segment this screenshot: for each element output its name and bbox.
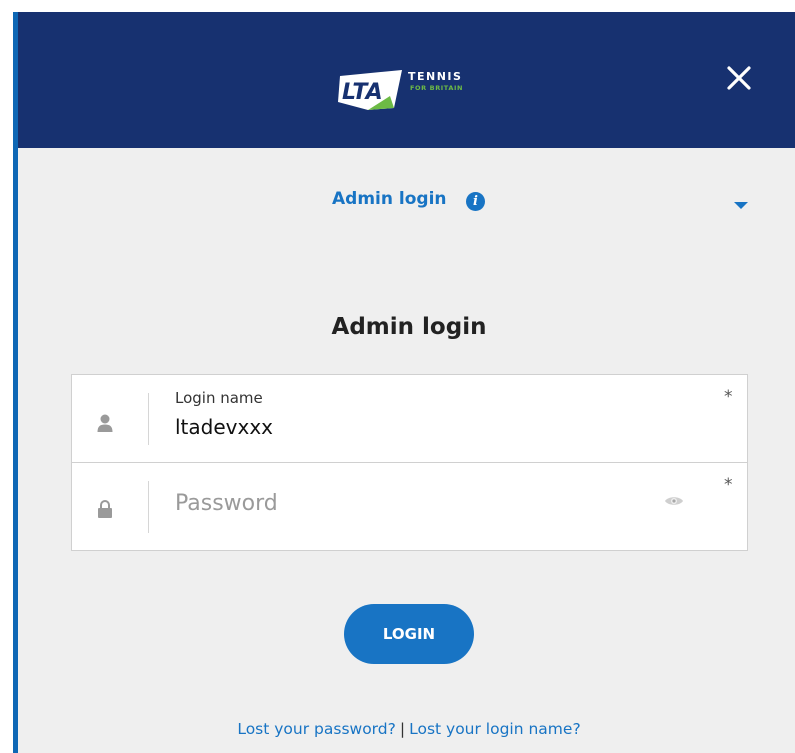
lta-logo: LTA TENNIS FOR BRITAIN [332,66,492,114]
password-input[interactable]: Password [175,491,278,516]
page-top-edge [13,0,795,12]
login-type-selector[interactable]: Admin login i [18,188,795,218]
logo-word-tennis: TENNIS [408,70,463,83]
login-modal: LTA TENNIS FOR BRITAIN Admin login i Adm… [18,12,795,753]
eye-icon[interactable] [664,494,684,508]
lta-logo-mark: LTA [338,70,402,110]
logo-tagline: FOR BRITAIN [410,84,464,92]
password-field[interactable]: Password * [71,463,748,551]
modal-header: LTA TENNIS FOR BRITAIN [18,12,795,148]
login-name-field[interactable]: Login name ltadevxxx * [71,374,748,463]
login-name-input[interactable]: ltadevxxx [175,415,273,439]
field-divider [148,481,149,533]
form-title: Admin login [331,314,487,340]
footer-links: Lost your password? | Lost your login name… [18,720,795,738]
lost-password-link[interactable]: Lost your password? [237,720,396,738]
login-button[interactable]: LOGIN [344,604,474,664]
info-icon[interactable]: i [466,192,485,211]
required-marker: * [724,475,733,495]
user-icon [97,414,113,432]
field-divider [148,393,149,445]
required-marker: * [724,387,733,407]
lta-logo-letters: LTA [342,80,383,105]
close-button[interactable] [723,62,755,94]
close-icon[interactable] [723,62,755,94]
login-type-label[interactable]: Admin login [332,189,447,209]
lock-icon [98,500,112,518]
footer-separator: | [399,720,406,738]
login-name-label: Login name [175,389,263,407]
page-left-edge [0,0,13,753]
lost-login-name-link[interactable]: Lost your login name? [409,720,581,738]
chevron-down-icon[interactable] [734,202,748,209]
